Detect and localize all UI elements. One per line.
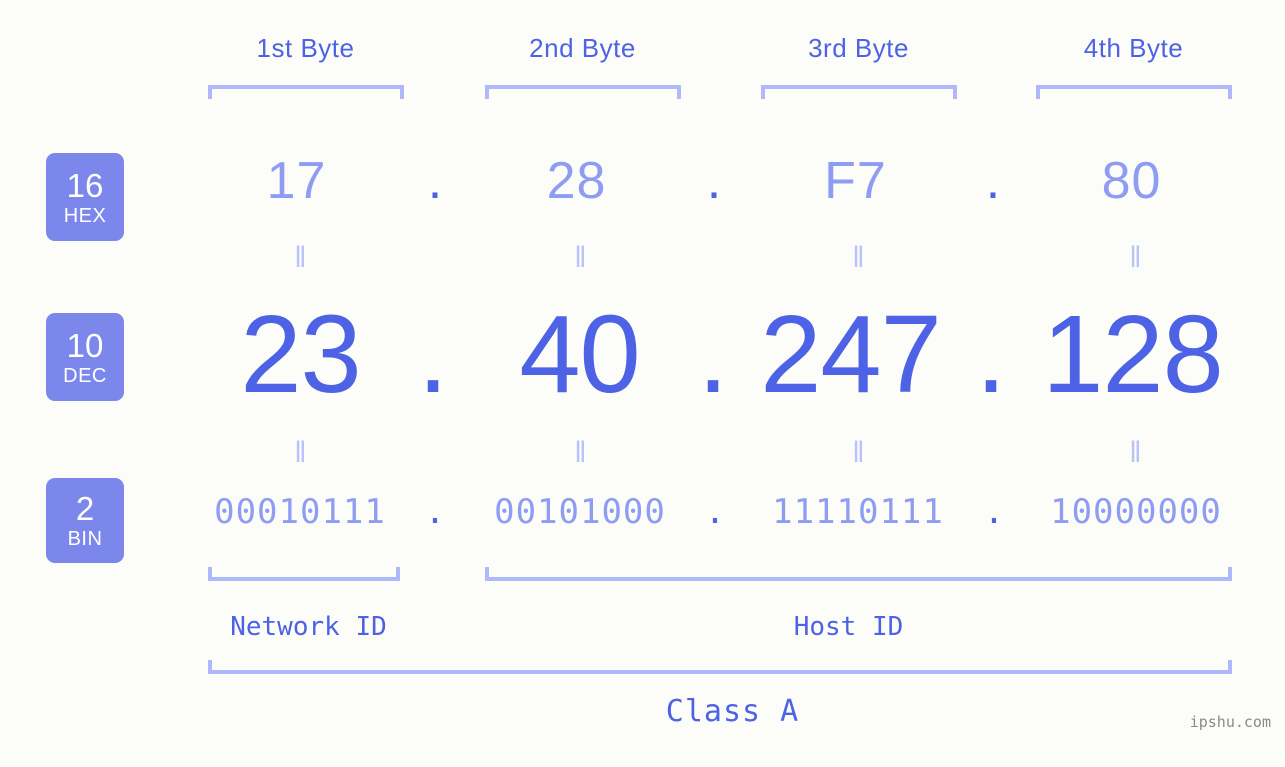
hex-byte-3: F7 [824, 152, 887, 210]
equals-mark-hex-dec-1: ‖ [294, 241, 307, 274]
hex-separator-1: . [427, 152, 443, 210]
bin-byte-2: 00101000 [494, 492, 666, 532]
hex-byte-2: 28 [546, 152, 607, 210]
network-id-label: Network ID [230, 612, 387, 642]
byte-header-4: 4th Byte [1083, 33, 1184, 63]
base-badge-hex-name: HEX [63, 204, 107, 227]
bin-separator-1: . [424, 492, 446, 532]
hex-separator-3: . [985, 152, 1001, 210]
equals-mark-hex-dec-2: ‖ [574, 241, 587, 274]
byte-bracket-top-4 [1036, 85, 1232, 99]
equals-mark-hex-dec-4: ‖ [1129, 241, 1142, 274]
ip-address-breakdown-diagram: 1st Byte 2nd Byte 3rd Byte 4th Byte 16 H… [0, 0, 1285, 767]
byte-bracket-top-2 [485, 85, 681, 99]
equals-mark-dec-bin-4: ‖ [1129, 436, 1142, 469]
bin-separator-2: . [704, 492, 726, 532]
bin-separator-3: . [983, 492, 1005, 532]
byte-header-2: 2nd Byte [529, 33, 636, 63]
byte-bracket-top-1 [208, 85, 404, 99]
base-badge-dec-name: DEC [63, 364, 107, 387]
class-bracket [208, 660, 1232, 674]
base-badge-dec-number: 10 [66, 326, 104, 364]
base-badge-hex-number: 16 [66, 166, 104, 204]
byte-header-3: 3rd Byte [808, 33, 909, 63]
bin-byte-4: 10000000 [1050, 492, 1222, 532]
dec-byte-4: 128 [1042, 293, 1224, 416]
base-badge-bin-number: 2 [75, 490, 95, 527]
network-id-bracket [208, 567, 400, 581]
base-badge-bin: 2 BIN [46, 478, 124, 563]
hex-separator-2: . [706, 152, 722, 210]
host-id-bracket [485, 567, 1232, 581]
equals-mark-dec-bin-3: ‖ [852, 436, 865, 469]
base-badge-dec: 10 DEC [46, 313, 124, 401]
class-label: Class A [665, 694, 800, 729]
dec-byte-1: 23 [240, 293, 361, 416]
site-watermark: ipshu.com [1189, 713, 1271, 731]
hex-byte-1: 17 [266, 152, 327, 210]
equals-mark-dec-bin-2: ‖ [574, 436, 587, 469]
dec-byte-3: 247 [760, 293, 942, 416]
base-badge-bin-name: BIN [67, 528, 103, 550]
dec-separator-1: . [417, 293, 449, 416]
dec-byte-2: 40 [519, 293, 640, 416]
dec-separator-3: . [975, 293, 1007, 416]
bin-byte-1: 00010111 [214, 492, 386, 532]
bin-byte-3: 11110111 [772, 492, 944, 532]
equals-mark-dec-bin-1: ‖ [294, 436, 307, 469]
equals-mark-hex-dec-3: ‖ [852, 241, 865, 274]
base-badge-hex: 16 HEX [46, 153, 124, 241]
byte-bracket-top-3 [761, 85, 957, 99]
hex-byte-4: 80 [1101, 152, 1162, 210]
dec-separator-2: . [697, 293, 729, 416]
host-id-label: Host ID [793, 612, 904, 642]
byte-header-1: 1st Byte [256, 33, 355, 63]
